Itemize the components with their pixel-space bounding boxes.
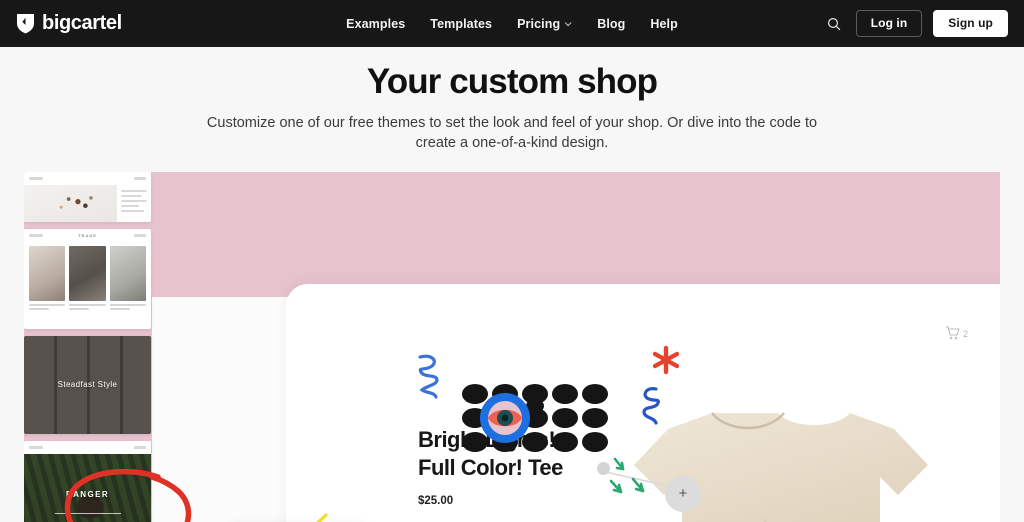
eye-lips-logo-graphic — [462, 383, 608, 452]
login-button[interactable]: Log in — [855, 9, 923, 38]
showcase-image: TRADE Steadfast Style RANGER 2 Bright Li… — [24, 171, 1000, 522]
theme-preview-column: TRADE Steadfast Style RANGER — [24, 171, 151, 522]
nav-item-pricing[interactable]: Pricing — [517, 17, 572, 31]
product-cell — [109, 245, 146, 312]
page-subtitle: Customize one of our free themes to set … — [206, 114, 818, 152]
theme-card-hero: RANGER — [24, 453, 151, 522]
theme-preview-grid[interactable]: TRADE — [24, 228, 151, 329]
nav-label: Examples — [346, 16, 406, 31]
nav-item-examples[interactable]: Examples — [346, 17, 405, 31]
nav-actions: Log in Sign up — [823, 9, 1008, 38]
theme-card-header: TRADE — [24, 228, 151, 242]
cart-count: 2 — [962, 328, 968, 339]
blue-squiggle-right-icon — [642, 386, 660, 425]
hero-header: Your custom shop Customize one of our fr… — [0, 47, 1024, 164]
nav-label: Templates — [430, 16, 493, 31]
theme-card-label: Steadfast Style — [57, 380, 118, 390]
product-cell — [69, 245, 106, 312]
nav-label: Pricing — [517, 16, 561, 31]
theme-preview-steadfast[interactable]: Steadfast Style — [24, 335, 151, 434]
cart-indicator[interactable]: 2 — [945, 326, 968, 342]
red-star-icon — [652, 345, 680, 374]
nav-label: Blog — [597, 16, 626, 31]
showcase-pink-band — [152, 171, 1000, 297]
theme-preview-minimal[interactable] — [24, 171, 151, 222]
brand-logo[interactable]: bigcartel — [16, 12, 122, 35]
product-caption — [109, 303, 146, 310]
search-icon[interactable] — [823, 13, 845, 35]
divider — [54, 512, 121, 514]
shield-logo-icon — [16, 13, 35, 34]
product-caption — [29, 303, 66, 310]
yellow-pointer-arrow-icon — [315, 512, 328, 522]
nav-item-blog[interactable]: Blog — [597, 17, 625, 31]
theme-preview-ranger[interactable]: RANGER — [24, 440, 151, 522]
page-title: Your custom shop — [366, 62, 658, 101]
product-thumb — [29, 245, 66, 301]
theme-card-image — [24, 184, 117, 222]
nav-item-templates[interactable]: Templates — [430, 17, 492, 31]
nav-item-help[interactable]: Help — [650, 17, 678, 31]
chevron-down-icon — [564, 20, 572, 28]
theme-card-body — [24, 184, 151, 222]
theme-card-header — [24, 440, 151, 454]
theme-card-text-lines — [117, 185, 151, 222]
shopping-cart-icon — [945, 326, 960, 342]
product-photo-tshirt — [634, 411, 928, 522]
product-caption — [69, 303, 106, 310]
theme-card-product-grid — [24, 242, 151, 312]
product-thumb — [69, 245, 106, 301]
add-element-button[interactable]: + — [665, 475, 701, 512]
top-navigation-bar: bigcartel Examples Templates Pricing Blo… — [0, 0, 1024, 47]
primary-nav: Examples Templates Pricing Blog Help — [346, 17, 678, 31]
brand-name: bigcartel — [42, 12, 122, 34]
green-arrows-icon — [609, 457, 645, 493]
product-cell — [29, 245, 66, 312]
signup-button[interactable]: Sign up — [933, 9, 1008, 38]
theme-card-label: RANGER — [65, 490, 110, 500]
nav-label: Help — [650, 16, 678, 31]
theme-card-header — [24, 171, 151, 185]
selection-handle-dot[interactable] — [597, 461, 610, 475]
product-thumb — [109, 245, 146, 301]
blue-squiggle-left-icon — [418, 354, 439, 399]
